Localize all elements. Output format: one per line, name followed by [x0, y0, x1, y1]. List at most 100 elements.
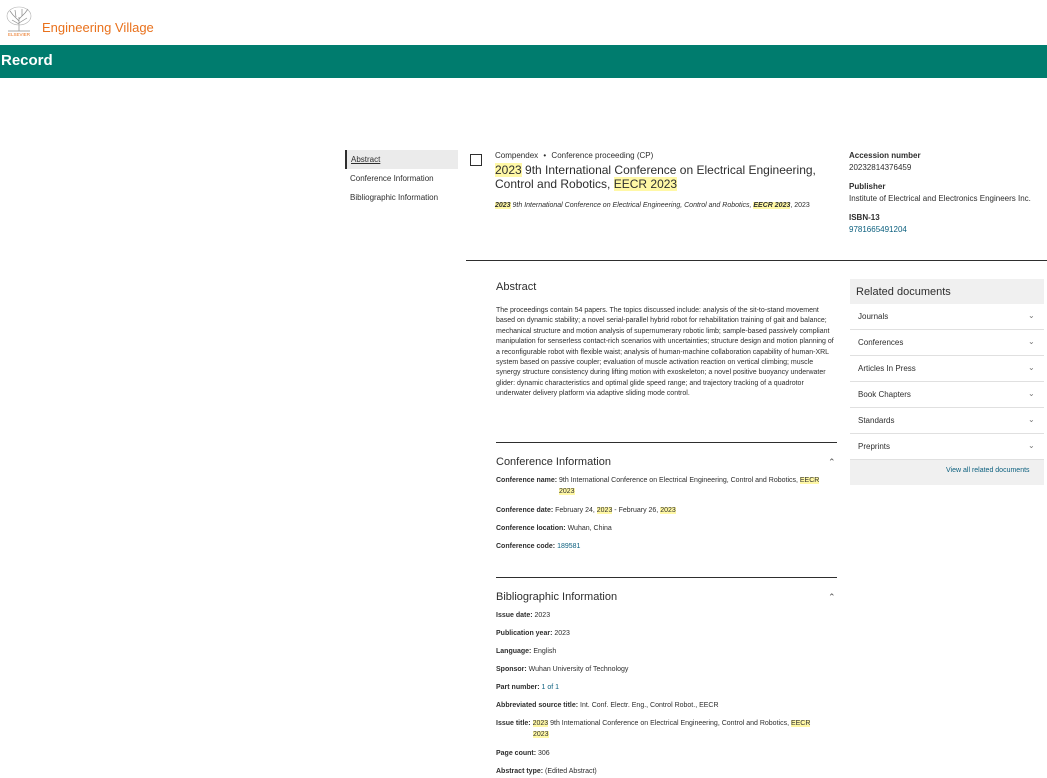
publication-year-label: Publication year: — [496, 630, 553, 637]
brand-name[interactable]: Engineering Village — [42, 20, 154, 35]
related-item-label: Standards — [858, 416, 895, 425]
related-item-conferences[interactable]: Conferences ⌄ — [850, 330, 1044, 356]
source-year-highlight: 2023 — [495, 202, 511, 209]
related-documents-panel: Related documents Journals ⌄ Conferences… — [850, 279, 1044, 485]
chevron-up-icon[interactable]: ⌃ — [828, 457, 836, 468]
publication-year-value: 2023 — [552, 630, 570, 637]
conference-code-link[interactable]: 189581 — [557, 543, 580, 550]
related-item-preprints[interactable]: Preprints ⌄ — [850, 434, 1044, 460]
meta-separator: • — [543, 151, 547, 160]
sponsor-value: Wuhan University of Technology — [526, 666, 629, 673]
abstract-type-value: (Edited Abstract) — [543, 768, 597, 775]
related-item-label: Articles In Press — [858, 364, 916, 373]
issue-date-field: Issue date: 2023 — [496, 610, 550, 621]
part-number-label: Part number: — [496, 684, 540, 691]
sponsor-label: Sponsor: — [496, 666, 527, 673]
related-item-standards[interactable]: Standards ⌄ — [850, 408, 1044, 434]
conference-location-field: Conference location: Wuhan, China — [496, 523, 612, 534]
chevron-down-icon: ⌄ — [1028, 311, 1035, 320]
language-label: Language: — [496, 648, 532, 655]
issue-title-text: 9th International Conference on Electric… — [548, 720, 791, 727]
conference-heading[interactable]: Conference Information — [496, 456, 611, 468]
abbreviated-source-title-field: Abbreviated source title: Int. Conf. Ele… — [496, 700, 719, 711]
record-meta-line: Compendex • Conference proceeding (CP) — [495, 151, 653, 160]
nav-item-conference-information[interactable]: Conference Information — [345, 169, 458, 188]
chevron-down-icon: ⌄ — [1028, 441, 1035, 450]
source-title: 2023 9th International Conference on Ele… — [495, 202, 810, 209]
conference-date-label: Conference date: — [496, 507, 554, 514]
publication-year-field: Publication year: 2023 — [496, 628, 570, 639]
title-year-highlight: 2023 — [495, 163, 522, 177]
issue-title-field: Issue title: 2023 9th International Conf… — [496, 718, 811, 740]
sponsor-field: Sponsor: Wuhan University of Technology — [496, 664, 628, 675]
related-item-label: Journals — [858, 312, 889, 321]
bibliographic-heading[interactable]: Bibliographic Information — [496, 591, 617, 603]
conference-name-year-highlight: 2023 — [559, 488, 575, 495]
logo-wordmark: ELSEVIER — [8, 32, 31, 37]
issue-title-label: Issue title: — [496, 720, 531, 727]
abstract-text: The proceedings contain 54 papers. The t… — [496, 307, 834, 398]
document-title: 2023 9th International Conference on Ele… — [495, 163, 840, 191]
conference-code-field: Conference code: 189581 — [496, 541, 580, 552]
conference-date-end: - February 26, — [612, 507, 661, 514]
related-item-articles-in-press[interactable]: Articles In Press ⌄ — [850, 356, 1044, 382]
source-tail: , 2023 — [790, 202, 810, 209]
title-acronym-highlight: EECR 2023 — [613, 177, 678, 191]
issue-title-acronym-highlight: EECR — [790, 720, 811, 727]
source-acronym-highlight: EECR 2023 — [753, 202, 791, 209]
related-documents-heading: Related documents — [856, 286, 951, 298]
conference-name-highlight: EECR — [799, 477, 820, 484]
conference-code-label: Conference code: — [496, 543, 556, 550]
record-metadata-panel: Accession number 20232814376459 Publishe… — [849, 151, 1047, 244]
conference-location-value: Wuhan, China — [565, 525, 612, 532]
language-value: English — [531, 648, 557, 655]
conference-name-field: Conference name: 9th International Confe… — [496, 475, 820, 497]
publisher-value: Institute of Electrical and Electronics … — [849, 194, 1031, 203]
conference-date-year2: 2023 — [660, 507, 676, 514]
record-bar: Record — [0, 45, 1047, 78]
abstract-type-label: Abstract type: — [496, 768, 544, 775]
related-item-book-chapters[interactable]: Book Chapters ⌄ — [850, 382, 1044, 408]
issue-date-label: Issue date: — [496, 612, 533, 619]
issue-title-year2-highlight: 2023 — [533, 731, 549, 738]
page-count-label: Page count: — [496, 750, 537, 757]
related-item-label: Conferences — [858, 338, 904, 347]
related-item-label: Book Chapters — [858, 390, 911, 399]
page-title: Record — [1, 52, 53, 69]
conference-location-label: Conference location: — [496, 525, 566, 532]
abstract-type-field: Abstract type: (Edited Abstract) — [496, 766, 597, 777]
conference-name-text: 9th International Conference on Electric… — [557, 477, 800, 484]
header-divider — [466, 260, 1047, 261]
abstract-heading: Abstract — [496, 281, 537, 293]
part-number-field: Part number: 1 of 1 — [496, 682, 559, 693]
elsevier-tree-logo-icon[interactable]: ELSEVIER — [4, 5, 34, 37]
isbn-label: ISBN-13 — [849, 213, 880, 222]
bibliographic-divider — [496, 577, 837, 578]
abbreviated-source-title-value: Int. Conf. Electr. Eng., Control Robot.,… — [578, 702, 719, 709]
conference-name-label: Conference name: — [496, 477, 558, 484]
chevron-down-icon: ⌄ — [1028, 363, 1035, 372]
page-count-field: Page count: 306 — [496, 748, 550, 759]
nav-item-abstract[interactable]: Abstract — [345, 150, 458, 169]
accession-number-value: 20232814376459 — [849, 163, 912, 172]
database-name: Compendex — [495, 151, 539, 160]
nav-item-bibliographic-information[interactable]: Bibliographic Information — [345, 188, 458, 207]
related-item-journals[interactable]: Journals ⌄ — [850, 304, 1044, 330]
issue-date-value: 2023 — [532, 612, 551, 619]
document-type: Conference proceeding (CP) — [551, 151, 654, 160]
source-main-text: 9th International Conference on Electric… — [510, 202, 754, 209]
chevron-down-icon: ⌄ — [1028, 389, 1035, 398]
chevron-up-icon[interactable]: ⌃ — [828, 592, 836, 603]
conference-date-year1: 2023 — [596, 507, 613, 514]
part-number-link[interactable]: 1 of 1 — [542, 684, 560, 691]
page-count-value: 306 — [536, 750, 550, 757]
related-item-label: Preprints — [858, 442, 891, 451]
accession-number-label: Accession number — [849, 151, 921, 160]
select-record-checkbox[interactable] — [470, 154, 482, 166]
issue-title-year-highlight: 2023 — [532, 720, 549, 727]
isbn-link[interactable]: 9781665491204 — [849, 225, 1047, 234]
view-all-related-documents-link[interactable]: View all related documents — [946, 467, 1030, 474]
section-nav: Abstract Conference Information Bibliogr… — [345, 150, 458, 207]
publisher-label: Publisher — [849, 182, 886, 191]
chevron-down-icon: ⌄ — [1028, 415, 1035, 424]
